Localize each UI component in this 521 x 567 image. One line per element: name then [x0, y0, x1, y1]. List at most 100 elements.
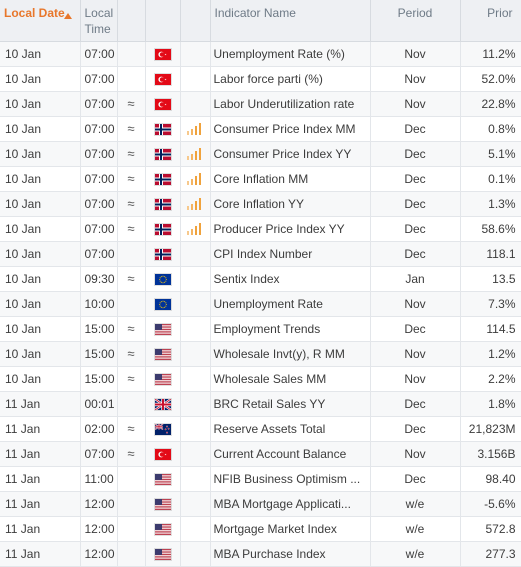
column-header-period[interactable]: Period: [370, 0, 461, 42]
table-row[interactable]: 10 Jan 07:00 ≈ Core Inflation MM Dec 0.1%: [0, 166, 521, 192]
row-time: 15:00: [80, 366, 118, 392]
row-period: Dec: [370, 191, 461, 217]
row-impact: [180, 466, 211, 492]
volatility-icon: ≈: [117, 266, 146, 292]
row-country: [145, 341, 181, 367]
table-row[interactable]: 10 Jan 09:30 ≈ Sentix Index Jan 13.5: [0, 266, 521, 292]
row-prior: 5.1%: [460, 141, 521, 167]
us-flag-icon: [154, 498, 171, 510]
row-indicator-name[interactable]: CPI Index Number: [210, 241, 371, 267]
row-indicator-name[interactable]: Unemployment Rate (%): [210, 41, 371, 67]
row-country: [145, 391, 181, 417]
row-indicator-name[interactable]: Unemployment Rate: [210, 291, 371, 317]
volatility-icon: ≈: [117, 141, 146, 167]
table-row[interactable]: 10 Jan 10:00 Unemployment Rate Nov 7.3%: [0, 291, 521, 317]
row-indicator-name[interactable]: Reserve Assets Total: [210, 416, 371, 442]
row-date: 10 Jan: [0, 66, 81, 92]
norway-flag-icon: [154, 198, 171, 210]
row-time: 07:00: [80, 216, 118, 242]
row-indicator-name[interactable]: Current Account Balance: [210, 441, 371, 467]
row-impact: [180, 41, 211, 67]
table-row[interactable]: 10 Jan 07:00 ≈ Labor Underutilization rate N…: [0, 91, 521, 117]
table-row[interactable]: 10 Jan 07:00 CPI Index Number Dec 118.1: [0, 241, 521, 267]
row-indicator-name[interactable]: Wholesale Invt(y), R MM: [210, 341, 371, 367]
table-row[interactable]: 10 Jan 07:00 ≈ Producer Price Index YY Dec 58…: [0, 216, 521, 242]
row-country: [145, 466, 181, 492]
table-row[interactable]: 10 Jan 07:00 ≈ Core Inflation YY Dec 1.3%: [0, 191, 521, 217]
row-period: Dec: [370, 391, 461, 417]
row-impact: [180, 266, 211, 292]
row-impact: [180, 116, 211, 142]
row-prior: 2.2%: [460, 366, 521, 392]
row-indicator-name[interactable]: BRC Retail Sales YY: [210, 391, 371, 417]
row-date: 10 Jan: [0, 266, 81, 292]
row-indicator-name[interactable]: Core Inflation YY: [210, 191, 371, 217]
table-row[interactable]: 11 Jan 12:00 MBA Mortgage Applicati... w/e -…: [0, 491, 521, 517]
row-indicator-name[interactable]: MBA Mortgage Applicati...: [210, 491, 371, 517]
table-row[interactable]: 11 Jan 07:00 ≈ Current Account Balance Nov 3.…: [0, 441, 521, 467]
volatility-icon: ≈: [117, 216, 146, 242]
row-impact: [180, 91, 211, 117]
row-indicator-name[interactable]: Core Inflation MM: [210, 166, 371, 192]
row-prior: 1.3%: [460, 191, 521, 217]
table-row[interactable]: 10 Jan 15:00 ≈ Employment Trends Dec 114.5: [0, 316, 521, 342]
norway-flag-icon: [154, 148, 171, 160]
row-time: 15:00: [80, 316, 118, 342]
row-impact: [180, 241, 211, 267]
row-indicator-name[interactable]: Wholesale Sales MM: [210, 366, 371, 392]
row-prior: 52.0%: [460, 66, 521, 92]
table-row[interactable]: 10 Jan 07:00 ≈ Consumer Price Index YY Dec 5.…: [0, 141, 521, 167]
row-prior: 114.5: [460, 316, 521, 342]
row-indicator-name[interactable]: Consumer Price Index YY: [210, 141, 371, 167]
column-header-local-time[interactable]: Local Time: [80, 0, 118, 42]
volatility-icon: ≈: [117, 91, 146, 117]
table-row[interactable]: 11 Jan 12:00 Mortgage Market Index w/e 572.8: [0, 516, 521, 542]
table-header-row: Local Date Local Time Indicator Name Per…: [0, 0, 521, 42]
row-period: Nov: [370, 41, 461, 67]
table-row[interactable]: 11 Jan 12:00 MBA Purchase Index w/e 277.3: [0, 541, 521, 567]
volatility-icon: [117, 516, 146, 542]
row-date: 11 Jan: [0, 391, 81, 417]
turkey-flag-icon: [154, 48, 171, 60]
column-header-indicator-name[interactable]: Indicator Name: [210, 0, 371, 42]
row-indicator-name[interactable]: MBA Purchase Index: [210, 541, 371, 567]
row-indicator-name[interactable]: Employment Trends: [210, 316, 371, 342]
row-indicator-name[interactable]: NFIB Business Optimism ...: [210, 466, 371, 492]
table-row[interactable]: 10 Jan 15:00 ≈ Wholesale Invt(y), R MM Nov 1.…: [0, 341, 521, 367]
table-row[interactable]: 10 Jan 15:00 ≈ Wholesale Sales MM Nov 2.2%: [0, 366, 521, 392]
column-header-prior[interactable]: Prior: [460, 0, 521, 42]
row-impact: [180, 416, 211, 442]
row-time: 07:00: [80, 66, 118, 92]
volatility-icon: ≈: [117, 166, 146, 192]
table-row[interactable]: 10 Jan 07:00 Labor force parti (%) Nov 52.0%: [0, 66, 521, 92]
row-indicator-name[interactable]: Labor Underutilization rate: [210, 91, 371, 117]
row-indicator-name[interactable]: Sentix Index: [210, 266, 371, 292]
column-header-local-date[interactable]: Local Date: [0, 0, 81, 42]
table-row[interactable]: 10 Jan 07:00 Unemployment Rate (%) Nov 11.2%: [0, 41, 521, 67]
row-indicator-name[interactable]: Consumer Price Index MM: [210, 116, 371, 142]
row-time: 00:01: [80, 391, 118, 417]
volatility-icon: ≈: [117, 191, 146, 217]
row-impact: [180, 366, 211, 392]
table-row[interactable]: 11 Jan 11:00 NFIB Business Optimism ... Dec…: [0, 466, 521, 492]
row-prior: 572.8: [460, 516, 521, 542]
table-row[interactable]: 10 Jan 07:00 ≈ Consumer Price Index MM Dec 0.…: [0, 116, 521, 142]
row-country: [145, 266, 181, 292]
row-indicator-name[interactable]: Mortgage Market Index: [210, 516, 371, 542]
table-row[interactable]: 11 Jan 02:00 ≈ Reserve Assets Total Dec 21,82…: [0, 416, 521, 442]
row-time: 09:30: [80, 266, 118, 292]
sort-ascending-icon[interactable]: [63, 13, 72, 19]
row-impact: [180, 541, 211, 567]
row-date: 10 Jan: [0, 166, 81, 192]
table-body: 10 Jan 07:00 Unemployment Rate (%) Nov 11.2%…: [0, 41, 521, 567]
row-indicator-name[interactable]: Labor force parti (%): [210, 66, 371, 92]
row-indicator-name[interactable]: Producer Price Index YY: [210, 216, 371, 242]
row-impact: [180, 391, 211, 417]
turkey-flag-icon: [154, 73, 171, 85]
row-impact: [180, 341, 211, 367]
row-period: Dec: [370, 141, 461, 167]
row-country: [145, 291, 181, 317]
column-header-country: [145, 0, 181, 42]
table-row[interactable]: 11 Jan 00:01 BRC Retail Sales YY Dec 1.8%: [0, 391, 521, 417]
row-prior: 7.3%: [460, 291, 521, 317]
